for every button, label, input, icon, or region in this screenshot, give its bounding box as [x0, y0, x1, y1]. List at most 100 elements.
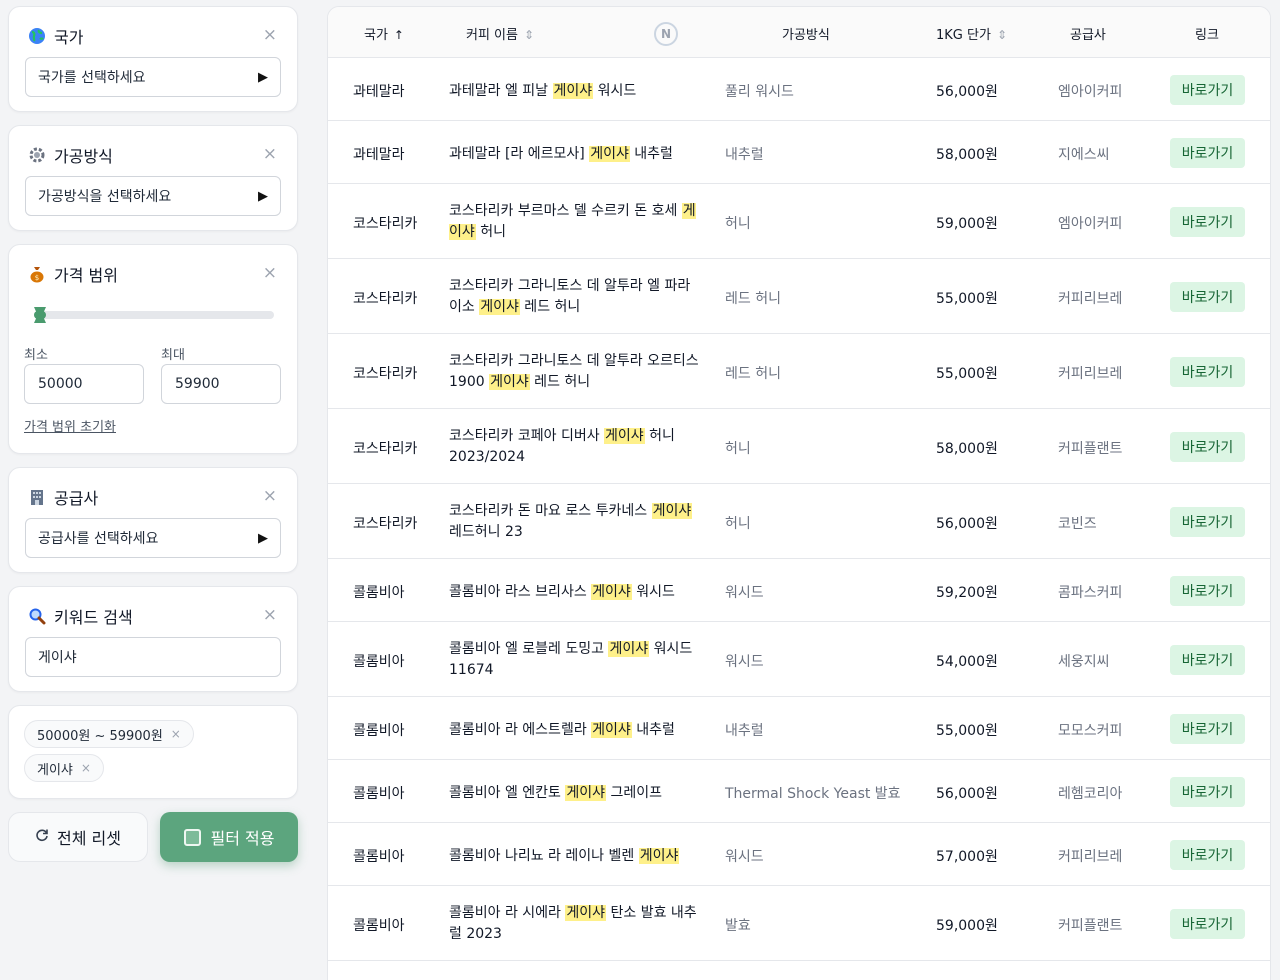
cell-price: 57,000원: [936, 848, 998, 865]
keyword-input-value: 게이샤: [38, 650, 77, 666]
go-link-button[interactable]: 바로가기: [1170, 908, 1245, 939]
table-row: 코스타리카 코스타리카 그라니토스 데 알투라 오르티스 1900 게이샤 레드 …: [328, 334, 1270, 409]
go-link-button[interactable]: 바로가기: [1170, 281, 1245, 312]
money-bag-icon: $: [26, 263, 48, 285]
coffee-name-text: 내추럴: [631, 721, 675, 738]
close-icon[interactable]: ×: [263, 145, 277, 163]
cell-method: 워시드: [725, 848, 764, 865]
close-icon[interactable]: ×: [263, 606, 277, 624]
go-link-button[interactable]: 바로가기: [1170, 74, 1245, 105]
cell-country: 코스타리카: [353, 515, 418, 532]
cell-method: Thermal Shock Yeast 발효: [725, 785, 901, 802]
go-link-button[interactable]: 바로가기: [1170, 431, 1245, 462]
header-name-label: 커피 이름: [466, 28, 518, 43]
coffee-name-text: 내추럴: [629, 145, 673, 162]
cell-price: 59,200원: [936, 584, 998, 601]
keyword-highlight: 게이샤: [552, 82, 594, 99]
refresh-icon: [35, 828, 49, 846]
header-price[interactable]: 1KG 단가 ⇕: [936, 24, 1007, 43]
supplier-select[interactable]: 공급사를 선택하세요 ▶: [25, 518, 281, 558]
cell-country: 콜롬비아: [353, 722, 405, 739]
cell-method: 풀리 워시드: [725, 83, 794, 100]
min-price-input[interactable]: 50000: [24, 364, 144, 404]
coffee-name-text: 과테말라 [라 에르모사]: [449, 145, 590, 162]
price-reset-link[interactable]: 가격 범위 초기화: [24, 416, 116, 435]
chip-close-icon[interactable]: ×: [81, 761, 91, 775]
table-row: 코스타리카 코스타리카 부르마스 델 수르키 돈 호세 게이샤 허니 허니 59,00…: [328, 184, 1270, 259]
header-price-label: 1KG 단가: [936, 28, 991, 43]
cell-coffee-name: 콜롬비아 엘 엔칸토 게이샤 그레이프: [449, 783, 699, 804]
price-range-slider[interactable]: [34, 307, 274, 323]
method-select[interactable]: 가공방식을 선택하세요 ▶: [25, 176, 281, 216]
keyword-filter-title: 키워드 검색: [54, 608, 133, 627]
coffee-name-text: 레드허니 23: [449, 523, 523, 540]
cell-method: 내추럴: [725, 722, 764, 739]
results-table: 국가 ↑ 커피 이름 ⇕ N 가공방식 1KG 단가 ⇕ 공급사 링크 과테말라 과테말…: [327, 6, 1271, 980]
supplier-filter-title: 공급사: [54, 489, 99, 508]
header-name[interactable]: 커피 이름 ⇕: [466, 24, 534, 43]
table-row: 과테말라 과테말라 엘 피날 게이샤 워시드 풀리 워시드 56,000원 엠아이커피 바…: [328, 58, 1270, 121]
magnifier-icon: [26, 605, 48, 627]
go-link-button[interactable]: 바로가기: [1170, 713, 1245, 744]
cell-method: 허니: [725, 215, 751, 232]
chip-close-icon[interactable]: ×: [171, 727, 181, 741]
cell-coffee-name: 코스타리카 그라니토스 데 알투라 오르티스 1900 게이샤 레드 허니: [449, 351, 699, 393]
coffee-name-text: 과테말라 엘 피날: [449, 82, 553, 99]
cell-price: 58,000원: [936, 146, 998, 163]
country-select-placeholder: 국가를 선택하세요: [38, 70, 146, 86]
go-link-button[interactable]: 바로가기: [1170, 506, 1245, 537]
table-row: 콜롬비아 콜롬비아 엘 엔칸토 게이샤 그레이프 Thermal Shock Yea…: [328, 760, 1270, 823]
go-link-button[interactable]: 바로가기: [1170, 137, 1245, 168]
cell-country: 코스타리카: [353, 440, 418, 457]
cell-method: 레드 허니: [725, 290, 781, 307]
active-filter-chip-keyword: 게이샤 ×: [24, 754, 104, 782]
header-country-label: 국가: [364, 28, 388, 43]
cell-supplier: 세웅지씨: [1058, 653, 1110, 670]
cell-supplier: 모모스커피: [1058, 722, 1123, 739]
header-country[interactable]: 국가 ↑: [364, 24, 404, 43]
header-link: 링크: [1195, 28, 1219, 43]
new-badge-icon[interactable]: N: [654, 22, 678, 46]
table-row: 콜롬비아 콜롬비아 라스 브리사스 게이샤 워시드 워시드 59,200원 콤파스커피 바…: [328, 559, 1270, 622]
close-icon[interactable]: ×: [263, 264, 277, 282]
caret-right-icon: ▶: [258, 530, 268, 546]
close-icon[interactable]: ×: [263, 487, 277, 505]
coffee-name-text: 그레이프: [606, 784, 663, 801]
sort-asc-icon: ↑: [393, 28, 404, 42]
keyword-highlight: 게이샤: [591, 721, 632, 738]
cell-coffee-name: 코스타리카 돈 마요 로스 투카네스 게이샤 레드허니 23: [449, 501, 699, 543]
coffee-name-text: 레드 허니: [529, 373, 591, 390]
go-link-button[interactable]: 바로가기: [1170, 575, 1245, 606]
sort-icon: ⇕: [523, 28, 535, 42]
keyword-input[interactable]: 게이샤: [25, 637, 281, 677]
go-link-button[interactable]: 바로가기: [1170, 839, 1245, 870]
cell-method: 발효: [725, 917, 751, 934]
reset-all-button[interactable]: 전체 리셋: [8, 812, 148, 862]
go-link-button[interactable]: 바로가기: [1170, 356, 1245, 387]
go-link-button[interactable]: 바로가기: [1170, 206, 1245, 237]
method-select-placeholder: 가공방식을 선택하세요: [38, 189, 172, 205]
cell-country: 콜롬비아: [353, 848, 405, 865]
country-select[interactable]: 국가를 선택하세요 ▶: [25, 57, 281, 97]
method-filter-title: 가공방식: [54, 147, 113, 166]
go-link-button[interactable]: 바로가기: [1170, 644, 1245, 675]
cell-supplier: 엠아이커피: [1058, 215, 1123, 232]
coffee-name-text: 콜롬비아 라 에스트렐라: [449, 721, 592, 738]
coffee-name-text: 코스타리카 부르마스 델 수르키 돈 호세: [449, 202, 682, 219]
close-icon[interactable]: ×: [263, 26, 277, 44]
building-icon: [26, 486, 48, 508]
cell-method: 허니: [725, 515, 751, 532]
cell-coffee-name: 콜롬비아 나리뇨 라 레이나 벨렌 게이샤: [449, 846, 699, 867]
keyword-highlight: 게이샤: [591, 583, 632, 600]
svg-text:$: $: [35, 274, 39, 282]
method-filter-card: 가공방식 × 가공방식을 선택하세요 ▶: [8, 125, 298, 231]
max-price-input[interactable]: 59900: [161, 364, 281, 404]
cell-method: 내추럴: [725, 146, 764, 163]
cell-method: 레드 허니: [725, 365, 781, 382]
cell-price: 55,000원: [936, 365, 998, 382]
go-link-button[interactable]: 바로가기: [1170, 776, 1245, 807]
table-row: 콜롬비아 콜롬비아 나리뇨 라 레이나 벨렌 게이샤 워시드 57,000원 커피리브레…: [328, 823, 1270, 886]
cell-supplier: 커피플랜트: [1058, 440, 1123, 457]
cell-price: 59,000원: [936, 215, 998, 232]
apply-filter-button[interactable]: 필터 적용: [160, 812, 298, 862]
